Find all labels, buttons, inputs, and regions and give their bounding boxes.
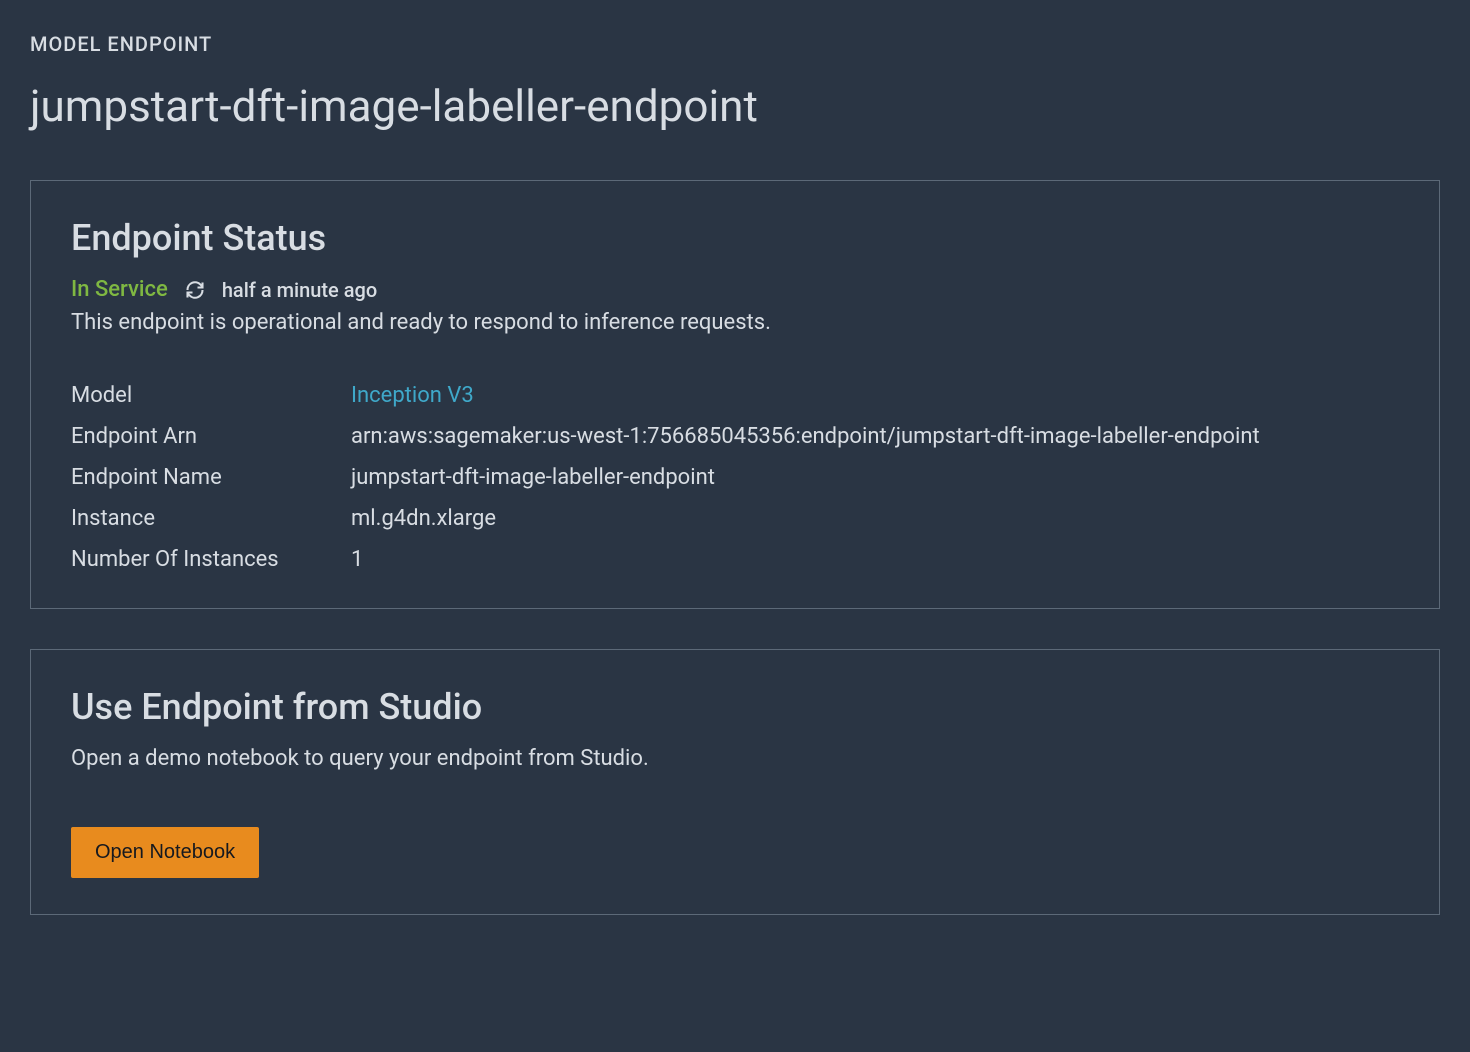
endpoint-details-table: Model Inception V3 Endpoint Arn arn:aws:… [71, 383, 1399, 572]
status-timestamp: half a minute ago [222, 278, 377, 302]
instance-count-value: 1 [351, 547, 1399, 572]
endpoint-arn-value: arn:aws:sagemaker:us-west-1:756685045356… [351, 424, 1399, 449]
endpoint-name-label: Endpoint Name [71, 465, 331, 490]
status-description: This endpoint is operational and ready t… [71, 310, 1399, 335]
model-link[interactable]: Inception V3 [351, 383, 1399, 408]
use-endpoint-panel: Use Endpoint from Studio Open a demo not… [30, 649, 1440, 915]
status-row: In Service half a minute ago [71, 277, 1399, 302]
endpoint-name-value: jumpstart-dft-image-labeller-endpoint [351, 465, 1399, 490]
refresh-icon[interactable] [184, 279, 206, 301]
instance-label: Instance [71, 506, 331, 531]
endpoint-status-title: Endpoint Status [71, 217, 1399, 259]
endpoint-arn-label: Endpoint Arn [71, 424, 331, 449]
use-endpoint-title: Use Endpoint from Studio [71, 686, 1399, 728]
status-badge: In Service [71, 277, 168, 302]
instance-value: ml.g4dn.xlarge [351, 506, 1399, 531]
use-endpoint-description: Open a demo notebook to query your endpo… [71, 746, 1399, 771]
endpoint-status-panel: Endpoint Status In Service half a minute… [30, 180, 1440, 609]
model-label: Model [71, 383, 331, 408]
instance-count-label: Number Of Instances [71, 547, 331, 572]
breadcrumb: MODEL ENDPOINT [30, 32, 1440, 56]
open-notebook-button[interactable]: Open Notebook [71, 827, 259, 878]
page-title: jumpstart-dft-image-labeller-endpoint [30, 80, 1440, 132]
